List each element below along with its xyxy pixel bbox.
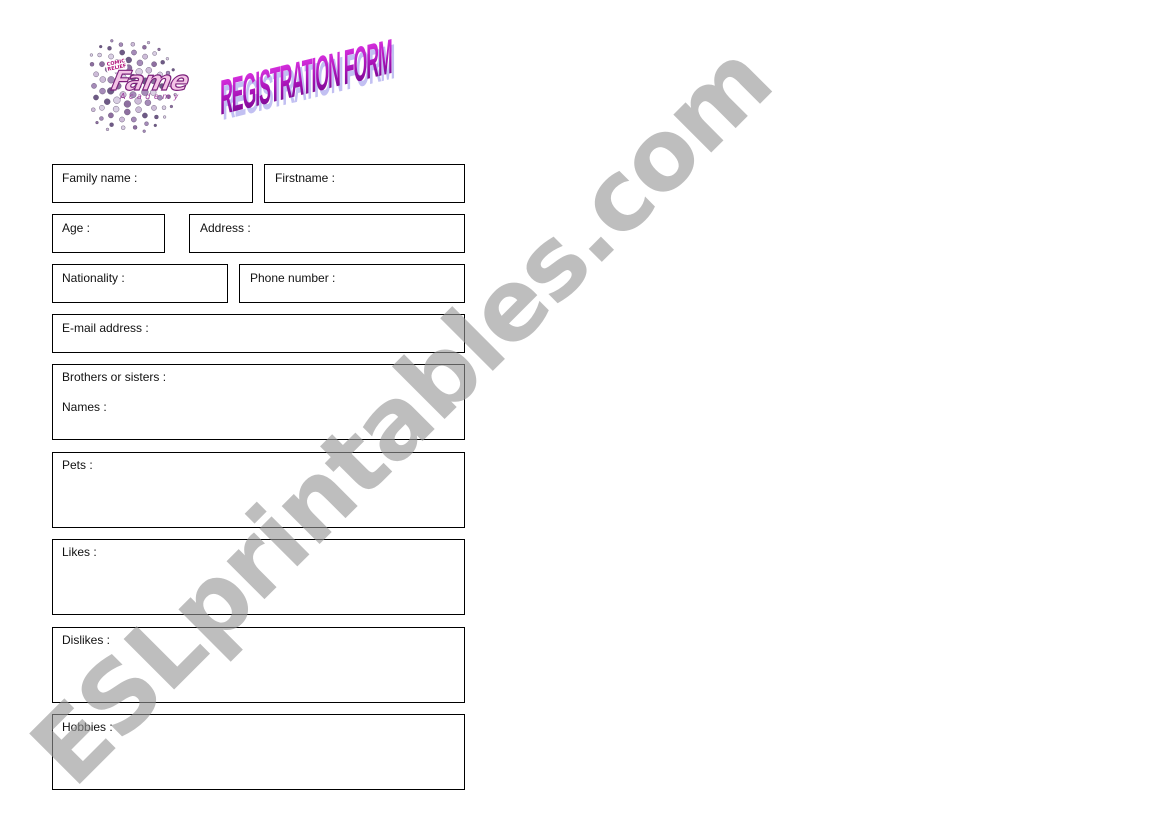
pets-label: Pets : bbox=[62, 458, 93, 472]
logo-dot bbox=[112, 105, 120, 113]
logo-dot bbox=[123, 100, 132, 108]
phone-number-field[interactable]: Phone number : bbox=[239, 264, 465, 303]
logo-dot bbox=[99, 61, 105, 67]
logo-dot bbox=[161, 105, 167, 110]
logo-dot bbox=[104, 98, 111, 105]
dislikes-field[interactable]: Dislikes : bbox=[52, 627, 465, 703]
logo-dot bbox=[110, 39, 114, 43]
logo-brand: Fame bbox=[108, 65, 192, 97]
logo-dot bbox=[99, 116, 104, 121]
logo-dot bbox=[97, 52, 102, 58]
logo-dot bbox=[130, 42, 135, 47]
logo-dot bbox=[91, 107, 96, 112]
logo-dot bbox=[142, 129, 146, 133]
logo-dot bbox=[131, 49, 137, 56]
logo-dot bbox=[169, 104, 173, 109]
logo-dot bbox=[151, 105, 157, 111]
pets-field[interactable]: Pets : bbox=[52, 452, 465, 528]
dislikes-label: Dislikes : bbox=[62, 633, 111, 647]
names-label: Names : bbox=[62, 400, 107, 414]
address-label: Address : bbox=[200, 221, 251, 235]
logo-dot bbox=[93, 71, 99, 78]
registration-form-page: COMIC RELIEF Fame Academy REGISTRATION F… bbox=[0, 0, 1169, 821]
address-field[interactable]: Address : bbox=[189, 214, 465, 253]
age-field[interactable]: Age : bbox=[52, 214, 165, 253]
page-title: REGISTRATION FORM REGISTRATION FORM bbox=[218, 29, 400, 132]
firstname-label: Firstname : bbox=[275, 171, 336, 185]
firstname-field[interactable]: Firstname : bbox=[264, 164, 465, 203]
logo-dot bbox=[99, 76, 107, 83]
logo-dot bbox=[109, 122, 114, 127]
likes-label: Likes : bbox=[62, 545, 97, 559]
logo-dot bbox=[99, 45, 103, 49]
logo-dot bbox=[121, 125, 126, 130]
nationality-field[interactable]: Nationality : bbox=[52, 264, 228, 303]
logo-dot bbox=[142, 53, 148, 60]
logo-dot bbox=[118, 42, 124, 47]
nationality-label: Nationality : bbox=[62, 271, 125, 285]
logo-dot bbox=[119, 49, 126, 56]
logo-dot bbox=[157, 47, 161, 51]
logo-dot bbox=[162, 115, 167, 119]
logo-dot bbox=[119, 116, 125, 123]
logo-dot bbox=[142, 112, 148, 119]
logo-dot bbox=[146, 40, 151, 45]
phone-number-label: Phone number : bbox=[250, 271, 336, 285]
brothers-or-sisters-label: Brothers or sisters : bbox=[62, 370, 167, 384]
logo-dot bbox=[99, 105, 105, 111]
logo-dot bbox=[152, 51, 157, 56]
logo-dot bbox=[108, 53, 114, 60]
logo-dot bbox=[154, 114, 159, 120]
logo-dot bbox=[108, 112, 114, 119]
likes-field[interactable]: Likes : bbox=[52, 539, 465, 615]
logo-dot bbox=[153, 123, 157, 127]
family-name-label: Family name : bbox=[62, 171, 138, 185]
logo-dot bbox=[99, 87, 106, 95]
logo-dot bbox=[131, 116, 137, 123]
siblings-field[interactable]: Brothers or sisters : Names : bbox=[52, 364, 465, 440]
logo-dot bbox=[91, 83, 97, 89]
logo-dot bbox=[136, 59, 144, 67]
hobbies-field[interactable]: Hobbies : bbox=[52, 714, 465, 790]
fame-academy-logo: COMIC RELIEF Fame Academy bbox=[88, 38, 220, 134]
logo-dot bbox=[160, 60, 165, 65]
logo-dot bbox=[89, 53, 93, 57]
logo-dot bbox=[95, 120, 99, 125]
email-address-label: E-mail address : bbox=[62, 321, 149, 335]
logo-dot bbox=[107, 46, 112, 51]
logo-dot bbox=[124, 108, 131, 116]
logo-dot bbox=[105, 127, 110, 131]
logo-dot bbox=[93, 94, 99, 101]
age-label: Age : bbox=[62, 221, 91, 235]
logo-dot bbox=[132, 125, 138, 130]
logo-dot bbox=[89, 62, 95, 67]
logo-dot bbox=[135, 106, 142, 113]
email-address-field[interactable]: E-mail address : bbox=[52, 314, 465, 353]
family-name-field[interactable]: Family name : bbox=[52, 164, 253, 203]
logo-dot bbox=[165, 57, 169, 61]
hobbies-label: Hobbies : bbox=[62, 720, 113, 734]
logo-subtitle: Academy bbox=[120, 92, 182, 101]
logo-dot bbox=[142, 45, 147, 50]
logo-dot bbox=[144, 121, 149, 126]
